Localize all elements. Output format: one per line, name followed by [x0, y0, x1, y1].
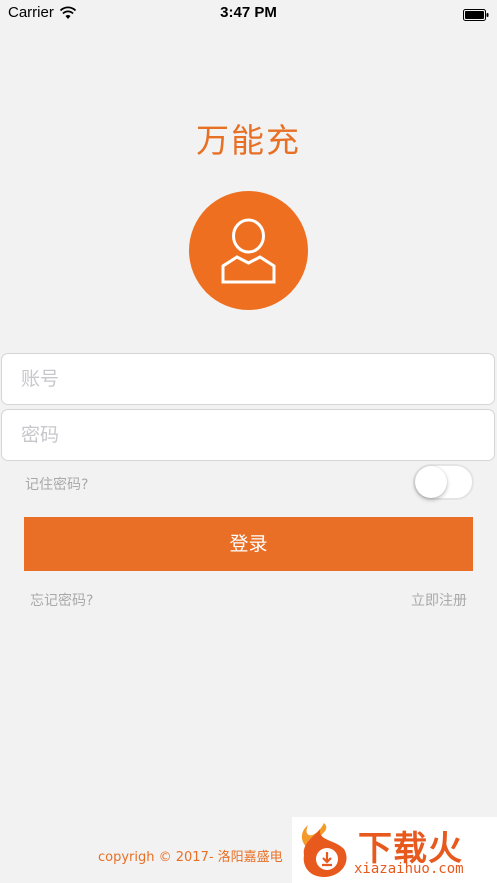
avatar [189, 191, 308, 310]
status-time: 3:47 PM [220, 4, 277, 21]
register-link[interactable]: 立即注册 [411, 590, 467, 610]
toggle-knob [415, 466, 447, 498]
watermark: 下载火 xiazaihuo.com [292, 817, 497, 883]
remember-password-label: 记住密码? [25, 477, 89, 493]
user-icon [221, 218, 276, 284]
app-title: 万能充 [196, 121, 301, 160]
account-input[interactable] [1, 353, 495, 405]
login-button[interactable]: 登录 [24, 517, 473, 571]
status-bar: Carrier 3:47 PM [0, 0, 497, 26]
flame-logo-icon [301, 823, 347, 877]
battery-icon [463, 6, 489, 21]
forgot-password-link[interactable]: 忘记密码? [30, 590, 93, 610]
watermark-subtitle: xiazaihuo.com [354, 861, 464, 877]
copyright-text: copyrigh © 2017- 洛阳嘉盛电 [98, 850, 283, 865]
password-input[interactable] [1, 409, 495, 461]
remember-password-toggle[interactable] [413, 464, 474, 500]
